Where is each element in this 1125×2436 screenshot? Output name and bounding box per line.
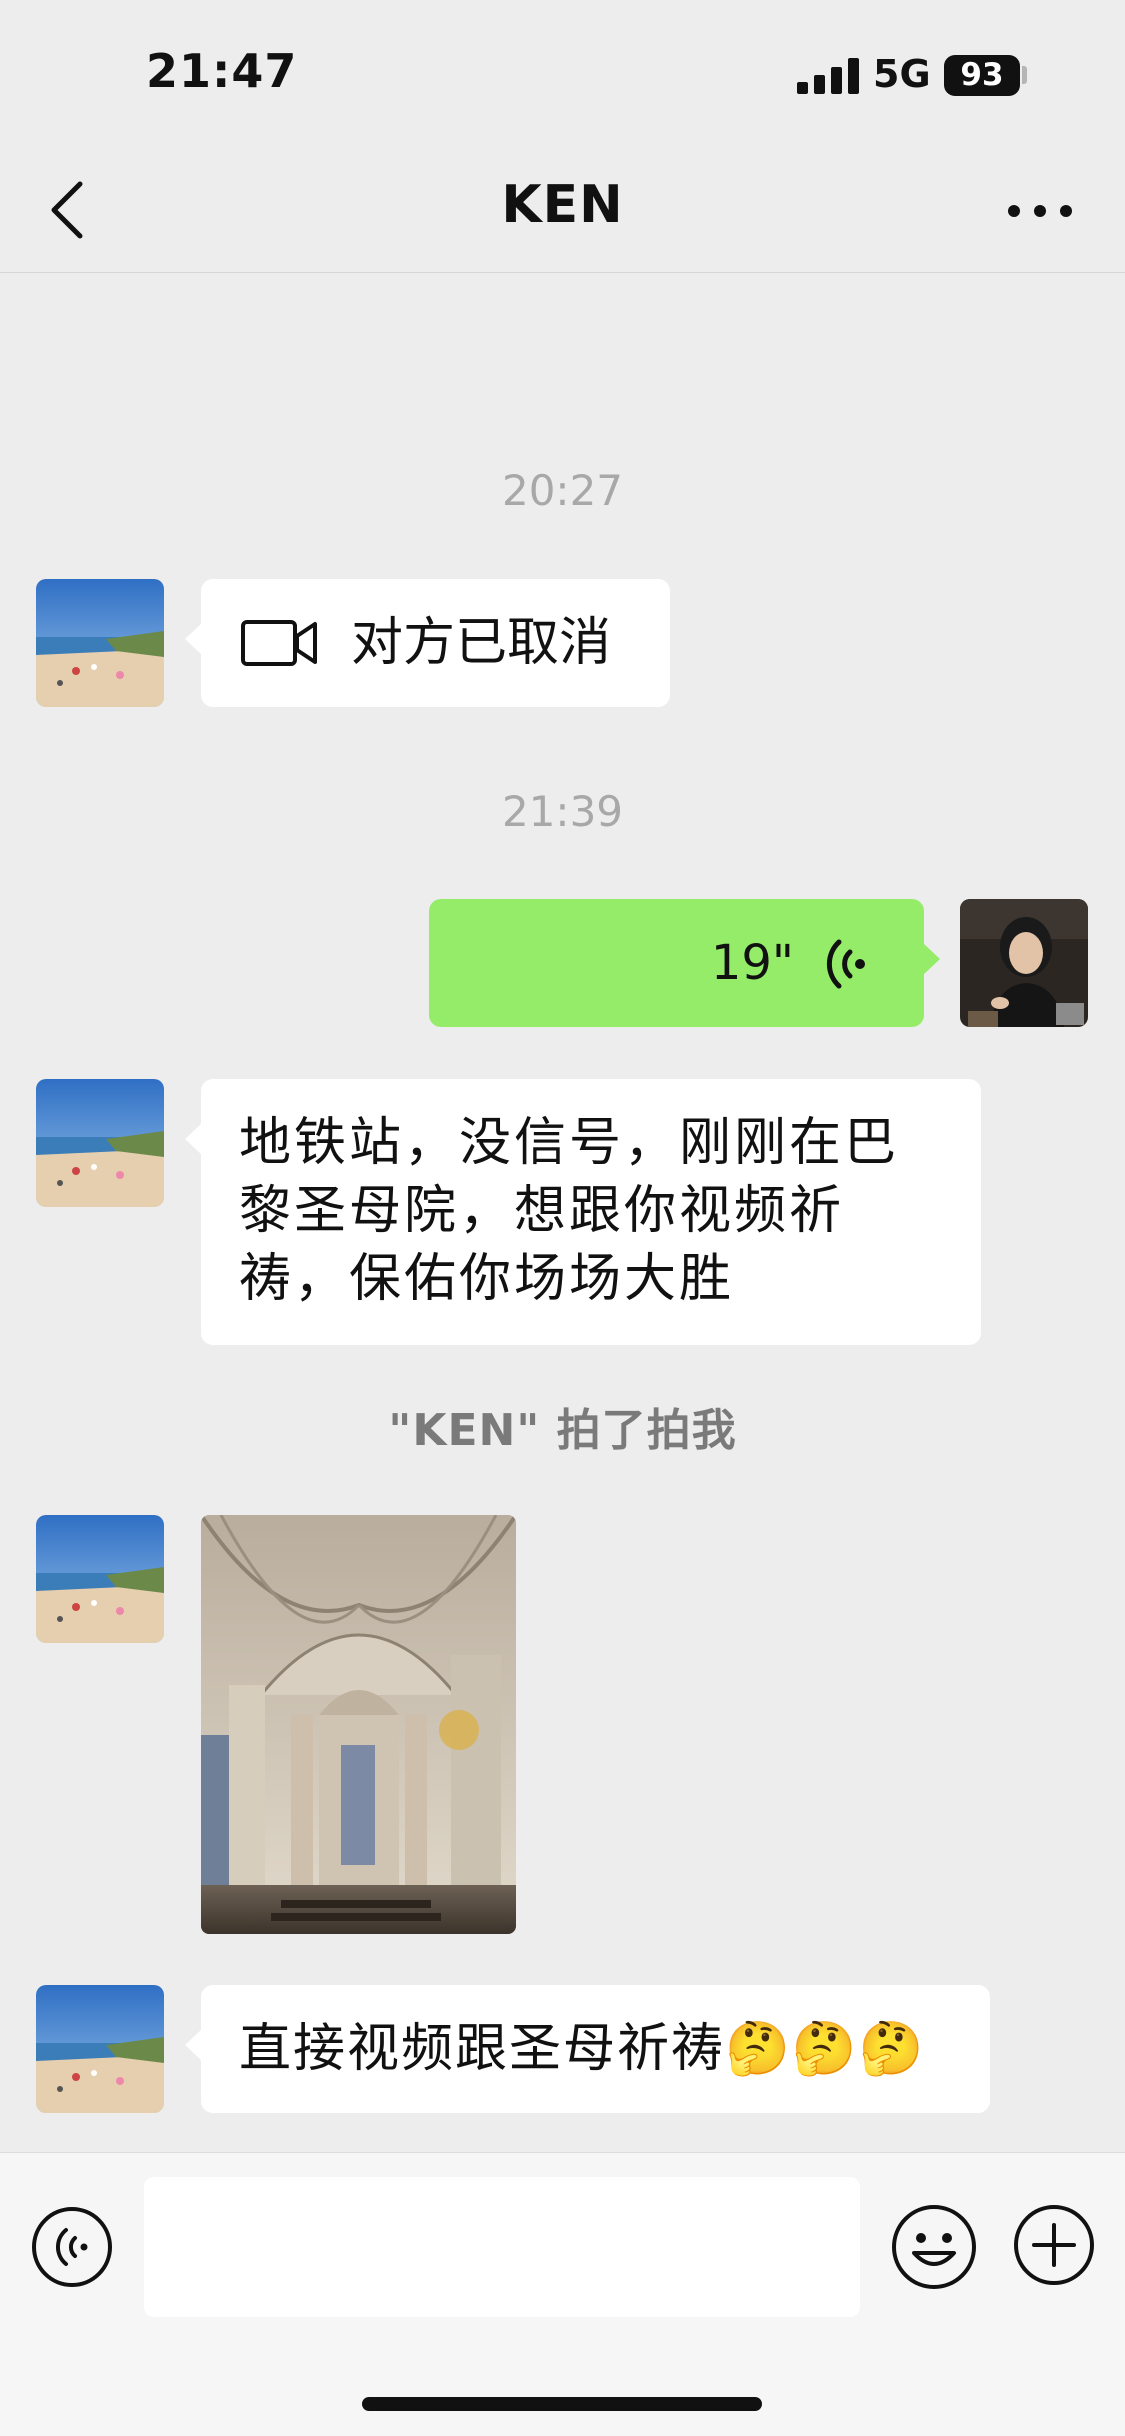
- status-bar: 21:47 5G 93: [0, 0, 1125, 150]
- emoji-icon[interactable]: [890, 2203, 978, 2291]
- video-call-bubble[interactable]: 对方已取消: [185, 579, 670, 707]
- signal-icon: [797, 58, 859, 94]
- voice-input-icon[interactable]: [30, 2205, 114, 2289]
- my-avatar[interactable]: [960, 899, 1088, 1027]
- pat-notice: "KEN" 拍了拍我: [388, 1405, 737, 1456]
- voice-wave-icon: [826, 939, 865, 989]
- more-icon[interactable]: [1000, 185, 1080, 235]
- message-input[interactable]: [144, 2177, 860, 2317]
- contact-avatar[interactable]: [36, 1515, 164, 1643]
- cathedral-photo[interactable]: [201, 1515, 516, 1934]
- battery-icon: 93: [944, 55, 1020, 96]
- network-label: 5G: [873, 52, 931, 96]
- voice-duration: 19": [710, 935, 794, 991]
- contact-avatar[interactable]: [36, 1985, 164, 2113]
- timestamp: 20:27: [501, 466, 624, 515]
- battery-tip: [1022, 66, 1027, 84]
- timestamp: 21:39: [501, 787, 624, 836]
- input-bar: [0, 2152, 1125, 2436]
- home-indicator[interactable]: [362, 2397, 762, 2411]
- message-text: 地铁站，没信号，刚刚在巴黎圣母院，想跟你视频祈祷，保佑你场场大胜: [239, 1113, 900, 1309]
- message-text: 直接视频跟圣母祈祷🤔🤔🤔: [239, 2019, 926, 2079]
- plus-icon[interactable]: [1012, 2203, 1096, 2287]
- call-status-text: 对方已取消: [351, 613, 612, 673]
- status-time: 21:47: [146, 44, 298, 98]
- contact-avatar[interactable]: [36, 1079, 164, 1207]
- nav-bar: KEN: [0, 150, 1125, 273]
- chat-title: KEN: [501, 175, 624, 235]
- contact-avatar[interactable]: [36, 579, 164, 707]
- text-message-bubble[interactable]: 地铁站，没信号，刚刚在巴黎圣母院，想跟你视频祈祷，保佑你场场大胜: [185, 1079, 981, 1345]
- voice-message-bubble[interactable]: 19": [429, 899, 940, 1027]
- text-message-bubble[interactable]: 直接视频跟圣母祈祷🤔🤔🤔: [185, 1985, 990, 2113]
- video-camera-icon: [241, 620, 317, 666]
